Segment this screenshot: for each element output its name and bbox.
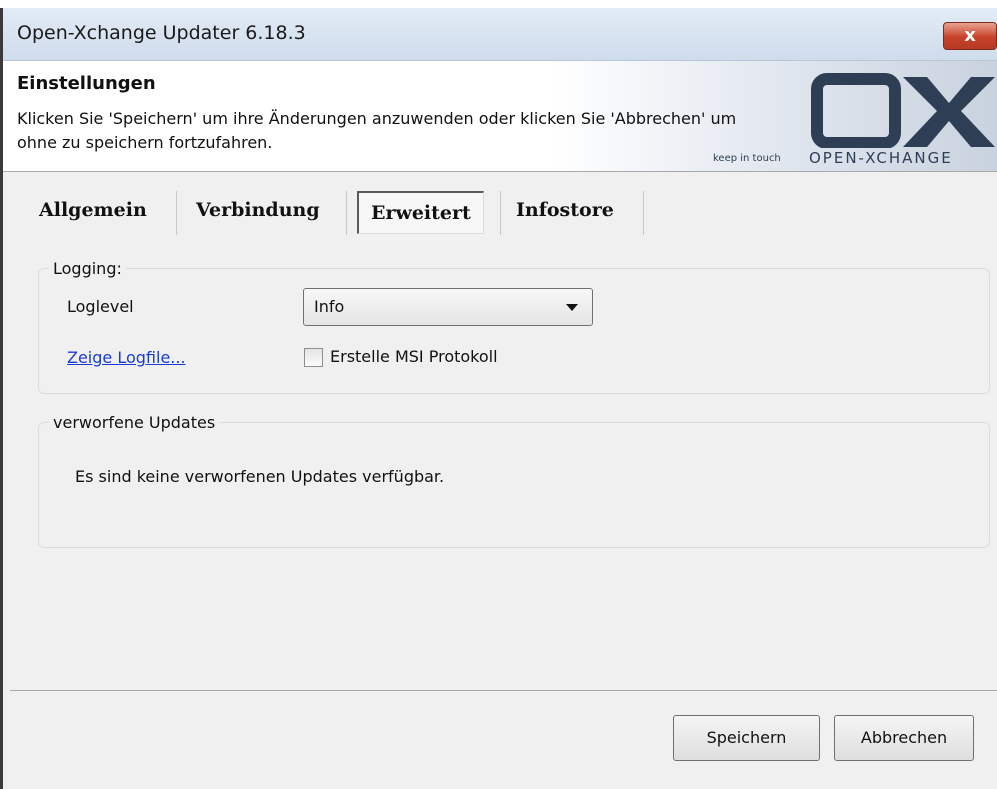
loglevel-value: Info (314, 297, 345, 316)
tab-allgemein[interactable]: Allgemein (39, 189, 147, 231)
loglevel-select[interactable]: Info (303, 288, 593, 326)
msi-protocol-label: Erstelle MSI Protokoll (330, 347, 498, 366)
title-bar: Open-Xchange Updater 6.18.3 x (3, 8, 997, 61)
chevron-down-icon (566, 304, 578, 311)
cancel-button[interactable]: Abbrechen (834, 715, 974, 761)
msi-protocol-checkbox[interactable] (304, 348, 323, 367)
save-button[interactable]: Speichern (673, 715, 820, 761)
logo-wordmark: OPEN-XCHANGE (809, 149, 953, 167)
header-description: Klicken Sie 'Speichern' um ihre Änderung… (17, 109, 737, 152)
close-button[interactable]: x (943, 22, 997, 50)
dialog-header: Einstellungen Klicken Sie 'Speichern' um… (3, 61, 997, 171)
close-icon: x (964, 25, 976, 46)
tab-separator (500, 191, 501, 235)
show-logfile-link[interactable]: Zeige Logfile... (67, 348, 186, 367)
tab-verbindung[interactable]: Verbindung (196, 189, 320, 231)
logging-legend: Logging: (49, 259, 126, 278)
footer-divider (10, 690, 997, 691)
tab-bar: Allgemein Verbindung Erweitert Infostore (3, 183, 997, 243)
discarded-updates-group: verworfene Updates Es sind keine verworf… (38, 413, 990, 548)
tab-separator (176, 191, 177, 235)
tab-separator (643, 191, 644, 235)
header-title: Einstellungen (17, 73, 156, 94)
tab-separator (346, 191, 347, 235)
discarded-updates-message: Es sind keine verworfenen Updates verfüg… (75, 467, 445, 486)
window-top-edge (0, 0, 997, 8)
settings-window: Open-Xchange Updater 6.18.3 x Einstellun… (0, 0, 997, 789)
discarded-updates-legend: verworfene Updates (49, 413, 220, 432)
window-title: Open-Xchange Updater 6.18.3 (17, 22, 306, 44)
tab-erweitert[interactable]: Erweitert (357, 191, 484, 234)
header-divider (3, 171, 997, 172)
ox-logo-icon (811, 73, 995, 148)
logging-group: Logging: Loglevel Info Zeige Logfile... … (38, 259, 990, 394)
loglevel-label: Loglevel (67, 297, 134, 316)
logo-tagline: keep in touch (713, 153, 781, 164)
tab-infostore[interactable]: Infostore (516, 189, 614, 231)
